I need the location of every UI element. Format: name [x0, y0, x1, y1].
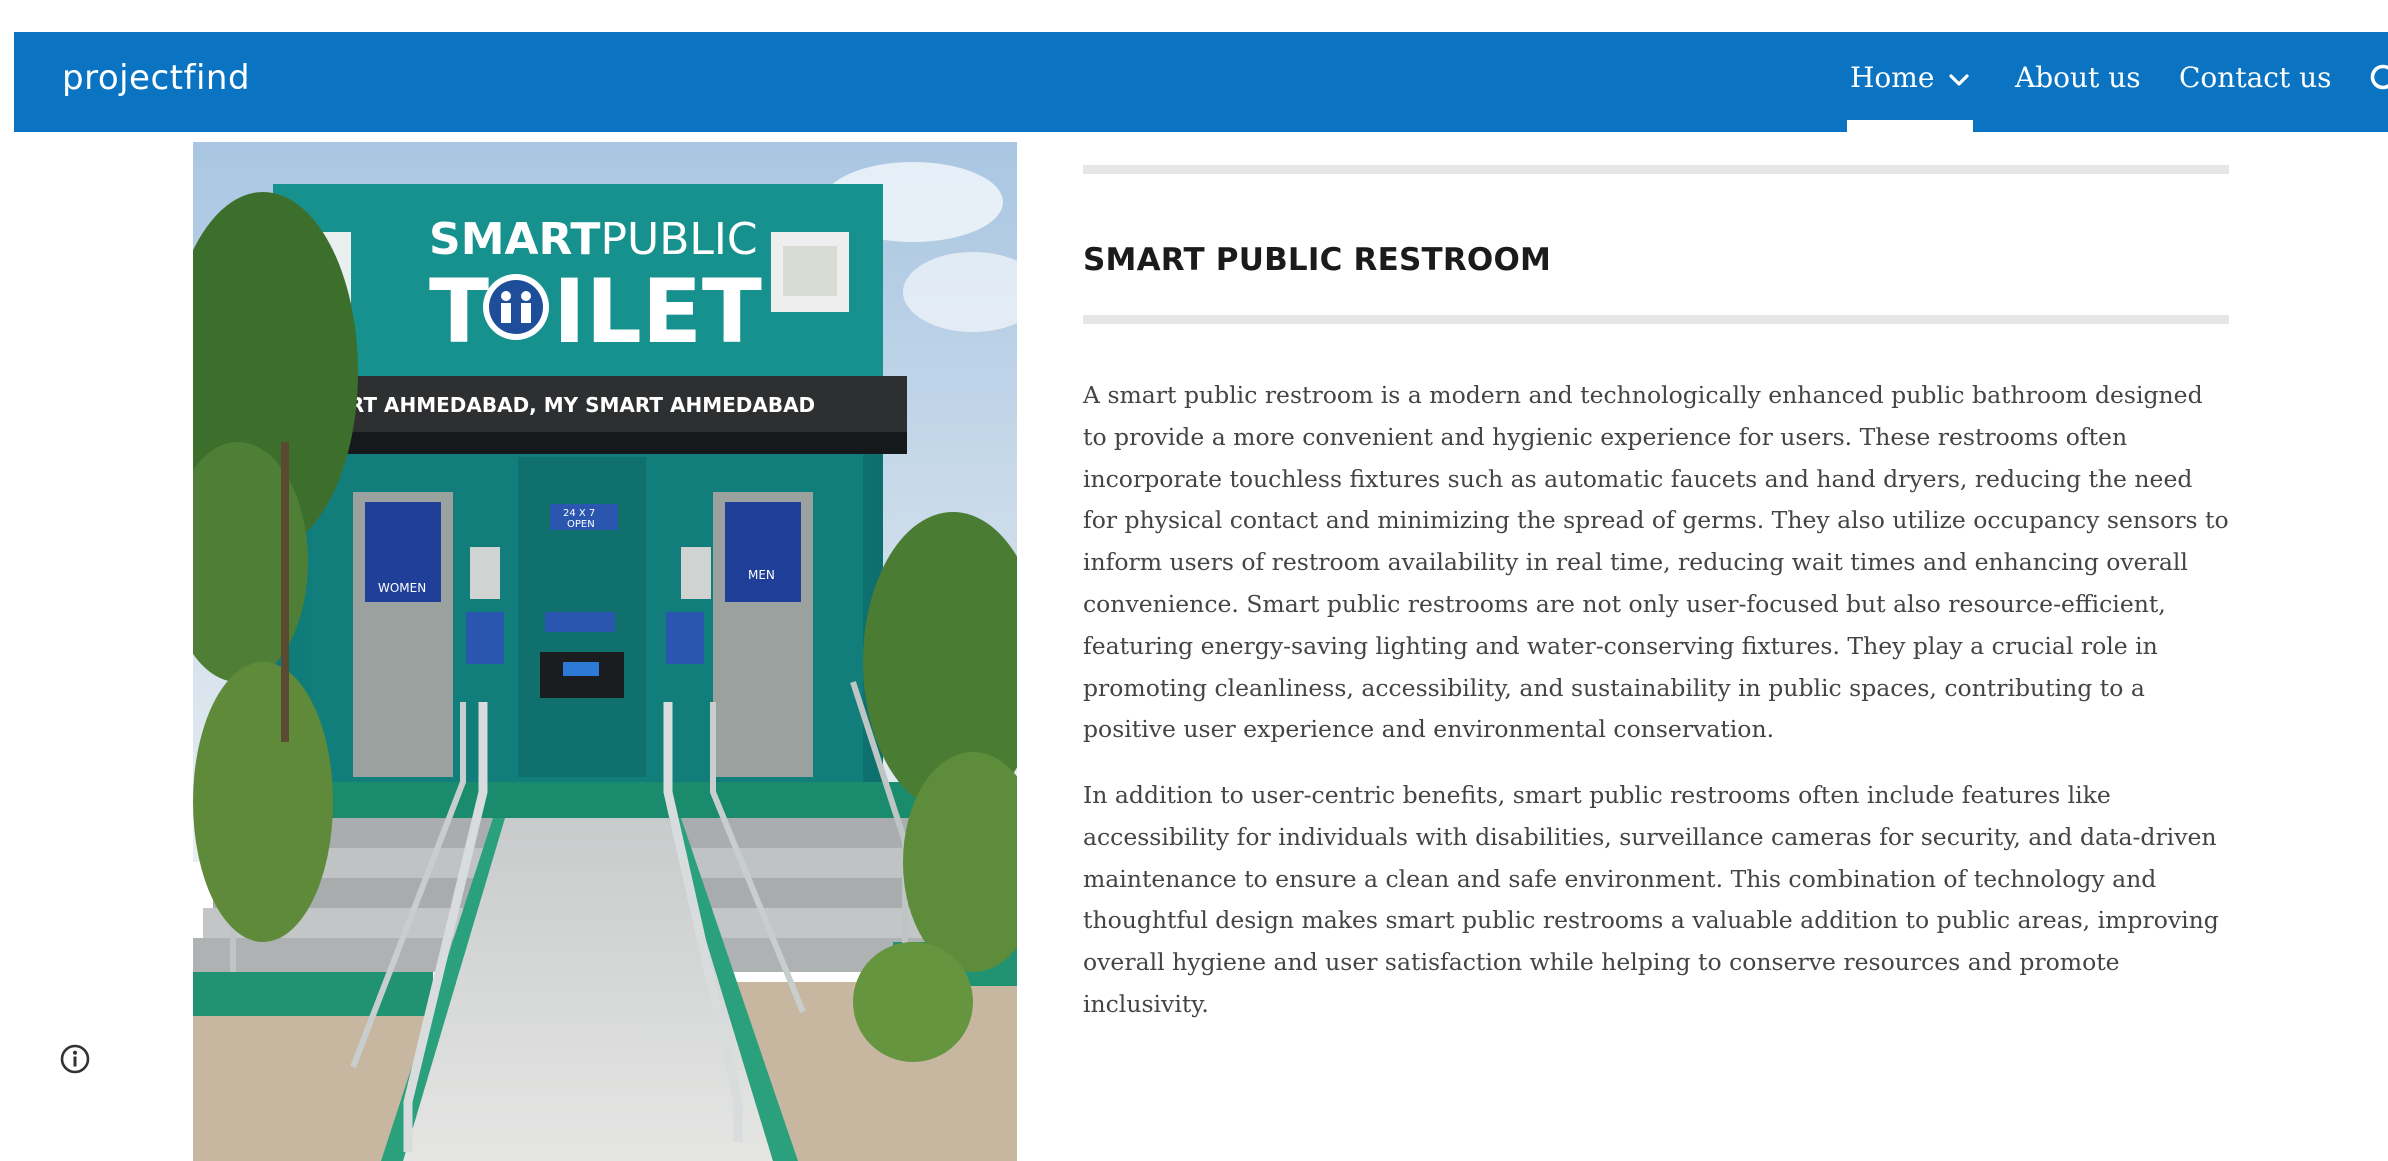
men-label: MEN: [748, 568, 775, 582]
nav-item-home[interactable]: Home: [1850, 61, 1969, 94]
nav-item-about-us[interactable]: About us: [2015, 61, 2141, 94]
info-icon: [60, 1044, 90, 1074]
article-paragraph-2: In addition to user-centric benefits, sm…: [1083, 781, 2219, 1018]
open-sign-open: OPEN: [567, 519, 595, 530]
svg-text:SMARTPUBLIC: SMARTPUBLIC: [429, 214, 758, 265]
women-label: WOMEN: [378, 581, 426, 595]
divider-top: [1083, 165, 2229, 174]
article-paragraph-1: A smart public restroom is a modern and …: [1083, 381, 2229, 744]
site-header: projectfind Home About us Contact us: [14, 32, 2388, 132]
sign-toilet-rest: ILET: [553, 260, 762, 363]
search-button[interactable]: [2368, 62, 2388, 104]
smart-toilet-illustration: SMARTPUBLIC T ILET HEART AHMEDABAD, MY S…: [193, 142, 1017, 1161]
open-sign-hours: 24 X 7: [563, 508, 595, 519]
nav-item-contact-us[interactable]: Contact us: [2179, 61, 2332, 94]
nav-item-home-label: Home: [1850, 61, 1935, 94]
divider-below-title: [1083, 315, 2229, 324]
page: projectfind Home About us Contact us SMA…: [0, 0, 2388, 1161]
sign-toilet-t: T: [429, 260, 489, 363]
chevron-down-icon[interactable]: [1949, 73, 1969, 87]
search-icon: [2370, 64, 2388, 90]
banner-text: HEART AHMEDABAD, MY SMART AHMEDABAD: [303, 393, 815, 417]
site-info-button[interactable]: [59, 1043, 91, 1079]
sign-public: PUBLIC: [600, 214, 757, 265]
main-nav: Home About us Contact us: [14, 32, 2388, 132]
nav-active-indicator: [1847, 120, 1973, 132]
article-title: SMART PUBLIC RESTROOM: [1083, 242, 1552, 278]
smart-toilet-photo: SMARTPUBLIC T ILET HEART AHMEDABAD, MY S…: [193, 142, 1017, 1161]
sign-smart: SMART: [429, 214, 600, 265]
